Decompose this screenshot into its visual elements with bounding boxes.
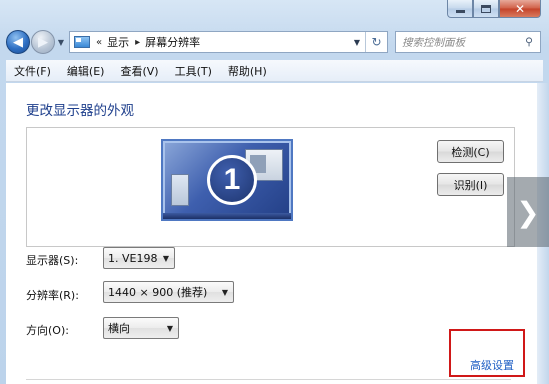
forward-arrow-icon: ▶	[38, 34, 48, 50]
menu-view[interactable]: 查看(V)	[118, 61, 160, 81]
monitor-arrangement-panel: 1 检测(C) 识别(I)	[26, 127, 515, 247]
window-frame: ✕ ◀ ▶ ▼ « 显示 ▸ 屏幕分辨率 ▼ ↻ 搜索控制面板 ⚲ 文件(F) …	[0, 0, 549, 384]
minimize-button[interactable]	[447, 0, 473, 18]
menu-tools[interactable]: 工具(T)	[173, 61, 214, 81]
orientation-label: 方向(O):	[26, 324, 69, 337]
back-button[interactable]: ◀	[6, 30, 30, 54]
menu-help[interactable]: 帮助(H)	[226, 61, 269, 81]
search-box[interactable]: 搜索控制面板 ⚲	[395, 31, 541, 53]
close-icon: ✕	[514, 1, 526, 16]
forward-button[interactable]: ▶	[31, 30, 55, 54]
minimize-icon	[455, 10, 465, 13]
close-button[interactable]: ✕	[499, 0, 541, 18]
address-bar[interactable]: « 显示 ▸ 屏幕分辨率 ▼ ↻	[69, 31, 388, 53]
chevron-down-icon: ▼	[166, 323, 174, 333]
chevron-right-icon: ❯	[516, 195, 540, 229]
caption-buttons: ✕	[447, 0, 541, 20]
back-arrow-icon: ◀	[13, 34, 23, 50]
menu-file[interactable]: 文件(F)	[12, 61, 53, 81]
next-arrow-button[interactable]: ❯	[507, 177, 549, 247]
address-dropdown-button[interactable]: ▼	[349, 32, 365, 52]
resolution-select[interactable]: 1440 × 900 (推荐) ▼	[103, 281, 234, 303]
identify-button[interactable]: 识别(I)	[437, 173, 504, 196]
orientation-select[interactable]: 横向 ▼	[103, 317, 179, 339]
breadcrumb-display[interactable]: 显示	[107, 34, 129, 50]
display-select-value: 1. VE198	[108, 251, 158, 265]
display-control-panel-icon	[74, 36, 90, 48]
breadcrumb-overflow[interactable]: «	[96, 37, 102, 48]
divider	[26, 379, 511, 380]
display-select[interactable]: 1. VE198 ▼	[103, 247, 175, 269]
breadcrumb-screen-resolution[interactable]: 屏幕分辨率	[145, 34, 200, 50]
advanced-settings-link[interactable]: 高级设置	[470, 357, 514, 373]
maximize-icon	[481, 4, 491, 13]
resolution-select-value: 1440 × 900 (推荐)	[108, 286, 208, 299]
refresh-button[interactable]: ↻	[365, 32, 387, 52]
maximize-button[interactable]	[473, 0, 499, 18]
menu-bar: 文件(F) 编辑(E) 查看(V) 工具(T) 帮助(H)	[6, 60, 543, 82]
menu-edit[interactable]: 编辑(E)	[65, 61, 107, 81]
display-label: 显示器(S):	[26, 254, 79, 267]
monitor-number: 1	[207, 155, 257, 205]
resolution-label: 分辨率(R):	[26, 289, 79, 302]
content-area: 更改显示器的外观 1 检测(C) 识别(I) 显示器(S): 1. VE198 …	[6, 83, 543, 384]
recent-pages-dropdown[interactable]: ▼	[56, 38, 66, 47]
breadcrumb-separator[interactable]: ▸	[135, 37, 140, 48]
orientation-select-value: 横向	[108, 322, 130, 335]
refresh-icon: ↻	[371, 35, 382, 49]
chevron-down-icon: ▼	[353, 37, 361, 47]
search-input[interactable]: 搜索控制面板	[402, 35, 518, 50]
chevron-down-icon: ▼	[162, 253, 170, 263]
search-icon[interactable]: ⚲	[518, 32, 540, 52]
chevron-down-icon: ▼	[221, 287, 229, 297]
taskbar-strip	[163, 213, 291, 219]
window-thumbnail-icon	[171, 174, 189, 206]
page-title: 更改显示器的外观	[26, 103, 134, 119]
navigation-bar: ◀ ▶ ▼ « 显示 ▸ 屏幕分辨率 ▼ ↻ 搜索控制面板 ⚲	[6, 28, 541, 56]
monitor-tile[interactable]: 1	[161, 139, 293, 221]
detect-button[interactable]: 检测(C)	[437, 140, 504, 163]
